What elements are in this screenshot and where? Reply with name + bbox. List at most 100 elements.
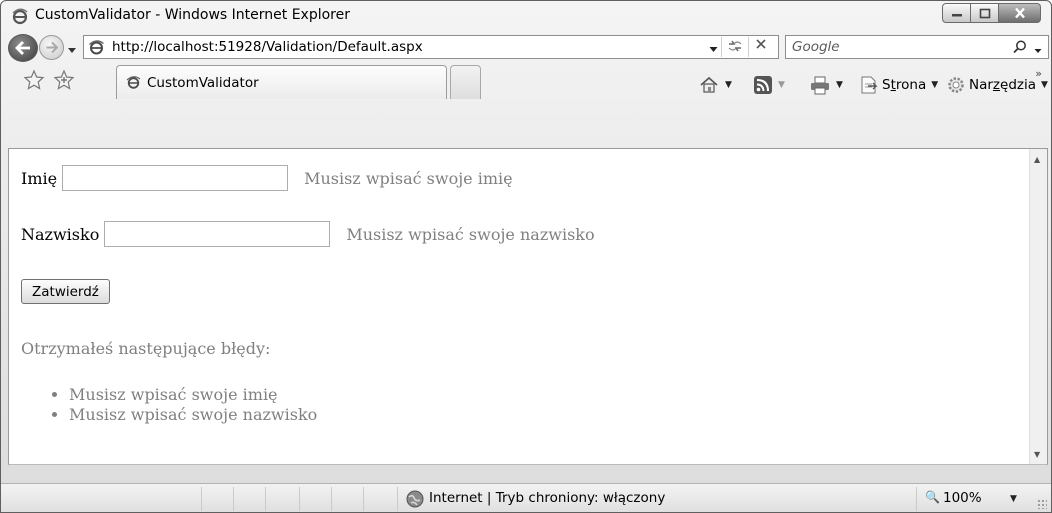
tools-menu-label-suffix: ędzia (1000, 77, 1037, 93)
window-title: CustomValidator - Windows Internet Explo… (35, 7, 350, 23)
address-dropdown[interactable] (709, 42, 718, 57)
first-name-input[interactable] (62, 165, 289, 191)
feeds-button[interactable]: ▼ (753, 75, 785, 95)
tab-label: CustomValidator (147, 75, 259, 91)
divider (748, 37, 749, 57)
divider (299, 487, 300, 511)
last-name-label: Nazwisko (21, 224, 100, 244)
add-favorites-icon (53, 69, 75, 90)
chevron-down-icon: ▼ (1041, 80, 1048, 90)
maximize-icon (979, 8, 990, 18)
ie-page-icon (88, 39, 105, 56)
forward-arrow-icon (46, 41, 58, 54)
search-button[interactable] (1012, 39, 1028, 59)
divider (201, 487, 202, 511)
address-row: http://localhost:51928/Validation/Defaul… (1, 32, 1051, 62)
browser-window: CustomValidator - Windows Internet Explo… (0, 0, 1052, 513)
chevron-down-icon[interactable]: ▼ (1010, 494, 1017, 504)
new-tab-button[interactable] (450, 65, 481, 99)
security-zone-status[interactable]: Internet | Tryb chroniony: włączony (429, 490, 665, 506)
chevron-down-icon: ▼ (931, 80, 939, 90)
rss-feed-icon (754, 76, 772, 94)
print-button[interactable]: ▼ (809, 75, 843, 95)
home-icon (700, 76, 718, 93)
print-icon (811, 76, 829, 95)
list-item: Musisz wpisać swoje nazwisko (69, 405, 317, 425)
resize-grip[interactable] (1037, 499, 1047, 509)
page-viewport: Imię Musisz wpisać swoje imię Nazwisko M… (8, 148, 1048, 465)
minimize-button[interactable] (942, 3, 971, 23)
page-menu-button[interactable]: Strona ▼ (859, 75, 938, 95)
ie-page-icon (126, 75, 141, 94)
favorites-star-icon (23, 69, 45, 90)
tab-command-row: CustomValidator ▼ ▼ ▼ Strona ▼ Narzędzia… (1, 63, 1051, 147)
zoom-level[interactable]: 100% (943, 490, 982, 506)
address-bar[interactable]: http://localhost:51928/Validation/Defaul… (83, 35, 779, 59)
caption-buttons (942, 3, 1041, 23)
minimize-icon (951, 14, 962, 17)
title-bar: CustomValidator - Windows Internet Explo… (1, 1, 1051, 31)
search-placeholder: Google (792, 39, 840, 55)
divider (397, 487, 398, 511)
vertical-scrollbar[interactable]: ▲ ▼ (1029, 149, 1047, 464)
refresh-icon (728, 40, 742, 52)
tools-menu-button[interactable]: Narzędzia ▼ (946, 75, 1048, 95)
close-icon (1014, 7, 1025, 19)
divider (363, 487, 364, 511)
address-url[interactable]: http://localhost:51928/Validation/Defaul… (112, 39, 423, 55)
divider (721, 37, 722, 57)
divider (916, 487, 917, 511)
more-commands-button[interactable]: » (1035, 67, 1042, 80)
submit-button[interactable]: Zatwierdź (21, 279, 110, 304)
scroll-up-icon[interactable]: ▲ (1034, 155, 1040, 164)
chevron-down-icon: ▼ (836, 80, 843, 90)
tools-menu-label-prefix: Nar (969, 77, 993, 93)
page-icon (861, 76, 878, 94)
page-menu-label: Strona (882, 77, 926, 93)
home-button[interactable]: ▼ (698, 75, 732, 95)
add-to-favorites-button[interactable] (53, 69, 77, 95)
chevron-down-icon: ▼ (778, 80, 785, 90)
list-item: Musisz wpisać swoje imię (69, 385, 317, 405)
first-name-error: Musisz wpisać swoje imię (304, 168, 513, 188)
first-name-row: Imię Musisz wpisać swoje imię (21, 165, 513, 191)
divider (265, 487, 266, 511)
tools-menu-accelerator: z (992, 77, 1001, 93)
search-field[interactable]: Google (785, 35, 1049, 59)
recent-pages-dropdown[interactable] (67, 43, 77, 58)
search-icon (1013, 40, 1026, 54)
refresh-button[interactable] (727, 38, 743, 58)
divider (233, 487, 234, 511)
last-name-error: Musisz wpisać swoje nazwisko (346, 224, 595, 244)
search-options-dropdown[interactable] (1034, 43, 1042, 58)
validation-summary-list: Musisz wpisać swoje imię Musisz wpisać s… (69, 385, 317, 425)
last-name-input[interactable] (104, 221, 331, 247)
ie-page-icon (11, 7, 29, 25)
zoom-icon: 🔍 (925, 490, 940, 504)
stop-icon (756, 39, 766, 49)
back-arrow-icon (15, 41, 30, 55)
maximize-button[interactable] (971, 3, 999, 23)
page-menu-label-suffix: rona (895, 77, 927, 93)
tools-gear-icon (948, 77, 964, 93)
validation-summary-heading: Otrzymałeś następujące błędy: (21, 339, 271, 358)
stop-button[interactable] (754, 37, 768, 55)
status-bar: Internet | Tryb chroniony: włączony 🔍 10… (1, 483, 1051, 512)
favorites-center-button[interactable] (23, 69, 45, 95)
chevron-down-icon (1034, 49, 1042, 53)
back-button[interactable] (8, 34, 38, 62)
chevron-down-icon: ▼ (725, 80, 732, 90)
close-button[interactable] (999, 3, 1041, 23)
page-menu-label-prefix: S (882, 77, 891, 93)
scroll-down-icon[interactable]: ▼ (1034, 450, 1040, 459)
tab-customvalidator[interactable]: CustomValidator (116, 65, 447, 99)
divider (331, 487, 332, 511)
forward-button[interactable] (39, 35, 64, 60)
chevron-down-icon (709, 47, 718, 52)
first-name-label: Imię (21, 168, 58, 188)
globe-icon (405, 489, 425, 512)
web-page: Imię Musisz wpisać swoje imię Nazwisko M… (9, 149, 1030, 464)
tools-menu-label: Narzędzia (969, 77, 1036, 93)
chevron-down-icon (68, 48, 76, 53)
last-name-row: Nazwisko Musisz wpisać swoje nazwisko (21, 221, 595, 247)
